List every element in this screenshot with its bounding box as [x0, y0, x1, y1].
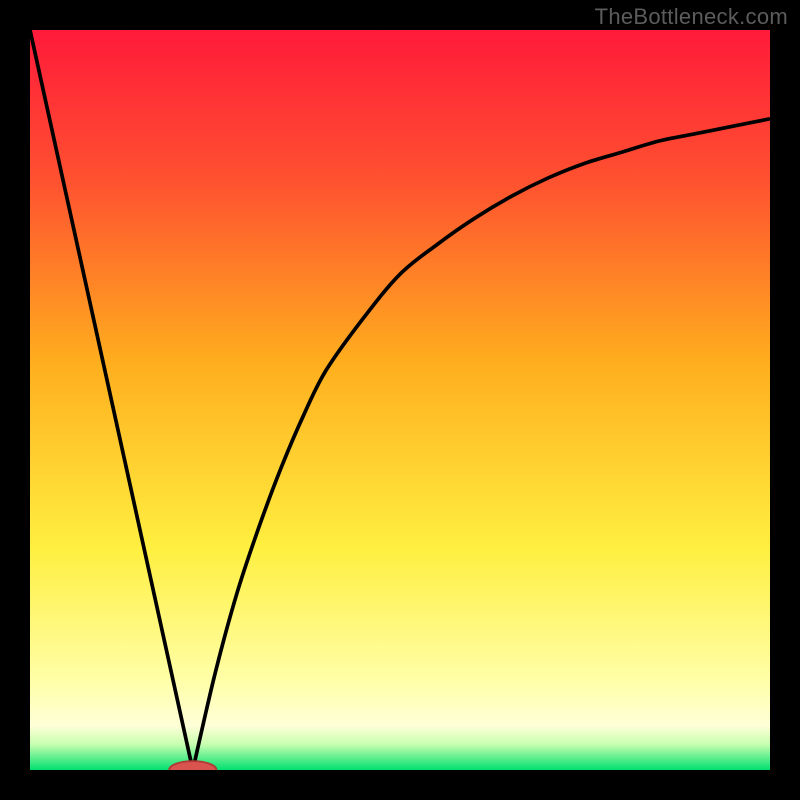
plot-area [30, 30, 770, 770]
chart-frame: TheBottleneck.com [0, 0, 800, 800]
chart-svg [30, 30, 770, 770]
watermark-text: TheBottleneck.com [595, 4, 788, 30]
